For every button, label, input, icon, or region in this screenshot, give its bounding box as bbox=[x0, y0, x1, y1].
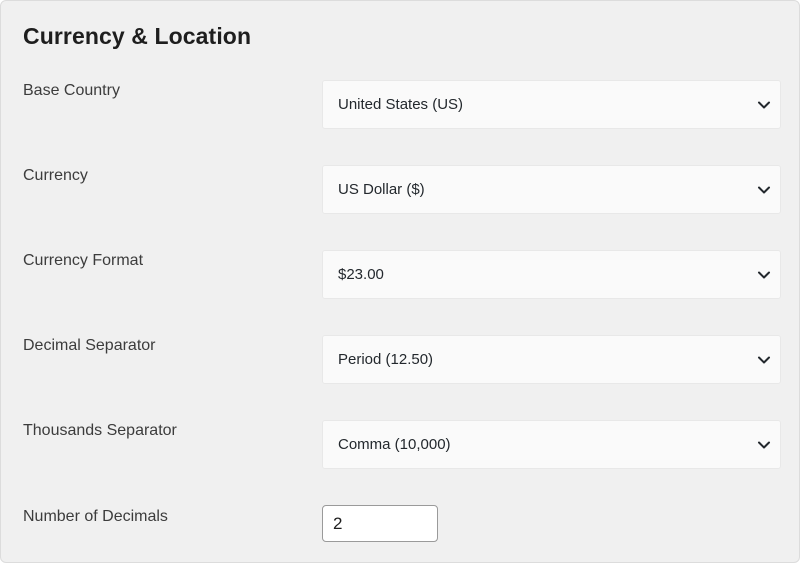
number-of-decimals-label: Number of Decimals bbox=[23, 508, 168, 525]
chevron-down-icon bbox=[758, 441, 770, 449]
thousands-separator-select[interactable]: Comma (10,000) bbox=[322, 420, 781, 469]
decimal-separator-select[interactable]: Period (12.50) bbox=[322, 335, 781, 384]
chevron-down-icon bbox=[758, 356, 770, 364]
currency-format-value: $23.00 bbox=[338, 266, 384, 283]
chevron-down-icon bbox=[758, 271, 770, 279]
chevron-down-icon bbox=[758, 186, 770, 194]
currency-value: US Dollar ($) bbox=[338, 181, 425, 198]
currency-label: Currency bbox=[23, 167, 88, 184]
base-country-select[interactable]: United States (US) bbox=[322, 80, 781, 129]
thousands-separator-label: Thousands Separator bbox=[23, 422, 177, 439]
currency-location-panel: Currency & Location Base Country United … bbox=[0, 0, 800, 563]
currency-select[interactable]: US Dollar ($) bbox=[322, 165, 781, 214]
decimal-separator-label: Decimal Separator bbox=[23, 337, 156, 354]
currency-format-label: Currency Format bbox=[23, 252, 144, 269]
thousands-separator-value: Comma (10,000) bbox=[338, 436, 451, 453]
base-country-value: United States (US) bbox=[338, 96, 464, 113]
decimal-separator-value: Period (12.50) bbox=[338, 351, 434, 368]
chevron-down-icon bbox=[758, 101, 770, 109]
base-country-label: Base Country bbox=[23, 82, 120, 99]
number-of-decimals-input[interactable] bbox=[322, 505, 438, 542]
currency-format-select[interactable]: $23.00 bbox=[322, 250, 781, 299]
section-title: Currency & Location bbox=[23, 23, 252, 49]
